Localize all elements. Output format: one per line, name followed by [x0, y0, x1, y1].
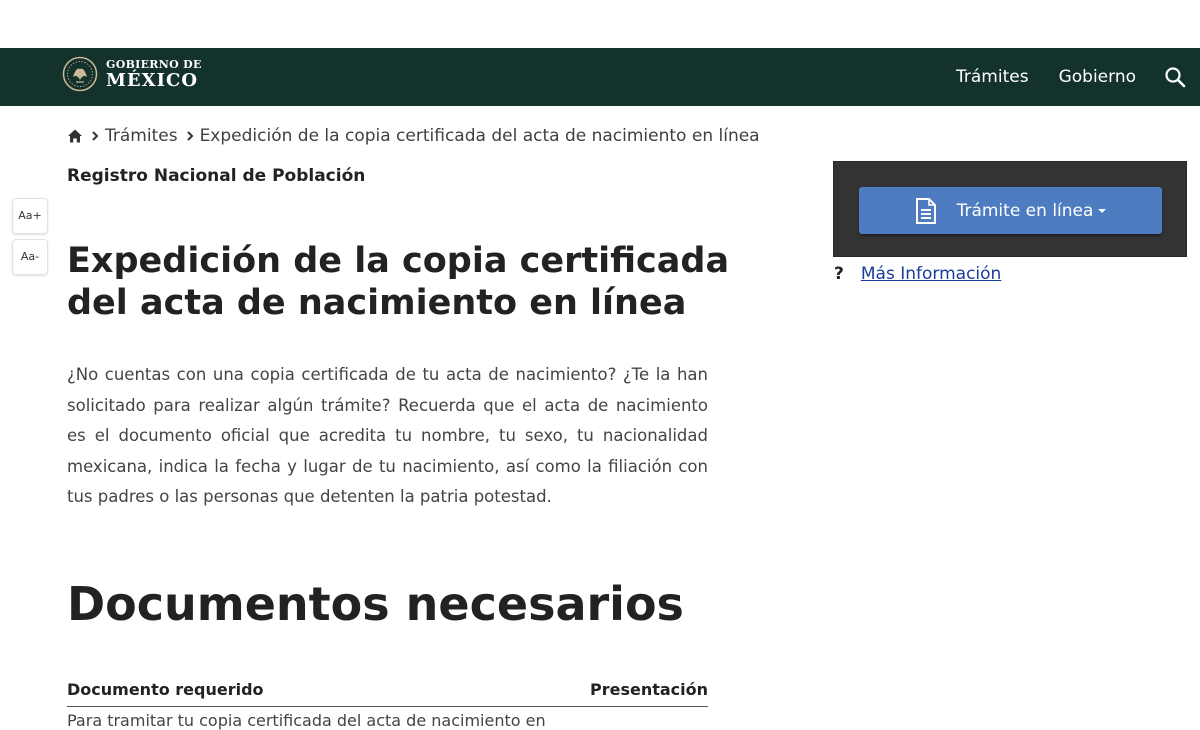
home-icon[interactable]: [67, 128, 83, 144]
document-icon: [915, 197, 936, 224]
dependency-name: Registro Nacional de Población: [67, 166, 366, 186]
logo-text: GOBIERNO DE MÉXICO: [106, 57, 202, 91]
question-mark-icon: ?: [834, 264, 844, 284]
national-seal-icon: [62, 56, 98, 92]
tramite-en-linea-label: Trámite en línea: [956, 200, 1094, 221]
nav-gobierno[interactable]: Gobierno: [1059, 67, 1136, 87]
section-title-documentos: Documentos necesarios: [67, 577, 684, 631]
table-row: Para tramitar tu copia certificada del a…: [67, 711, 546, 730]
tramite-en-linea-button[interactable]: Trámite en línea: [859, 187, 1162, 234]
column-header-documento: Documento requerido: [67, 680, 264, 699]
font-increase-button[interactable]: Aa+: [12, 198, 48, 234]
search-icon[interactable]: [1164, 66, 1186, 88]
breadcrumb-tramites[interactable]: Trámites: [105, 126, 178, 146]
nav-tramites[interactable]: Trámites: [956, 67, 1029, 87]
breadcrumb-current: Expedición de la copia certificada del a…: [199, 126, 760, 146]
top-navbar: GOBIERNO DE MÉXICO Trámites Gobierno: [0, 48, 1200, 106]
logo-line-2: MÉXICO: [106, 69, 199, 91]
action-panel: Trámite en línea: [833, 161, 1187, 257]
gobierno-mexico-logo[interactable]: GOBIERNO DE MÉXICO: [62, 56, 202, 92]
font-decrease-button[interactable]: Aa-: [12, 239, 48, 275]
more-info-link[interactable]: Más Información: [861, 264, 1001, 284]
caret-down-icon: [1098, 208, 1107, 213]
logo-line-1: GOBIERNO DE: [106, 57, 202, 71]
chevron-right-icon: [186, 131, 193, 141]
documents-table-header: Documento requerido Presentación: [67, 680, 708, 707]
intro-paragraph: ¿No cuentas con una copia certificada de…: [67, 365, 708, 506]
page-title: Expedición de la copia certificada del a…: [67, 241, 730, 323]
more-info: ? Más Información: [833, 264, 1001, 284]
chevron-right-icon: [92, 131, 99, 141]
column-header-presentacion: Presentación: [589, 680, 708, 699]
breadcrumb: Trámites Expedición de la copia certific…: [67, 126, 760, 146]
main-nav: Trámites Gobierno: [956, 48, 1200, 106]
